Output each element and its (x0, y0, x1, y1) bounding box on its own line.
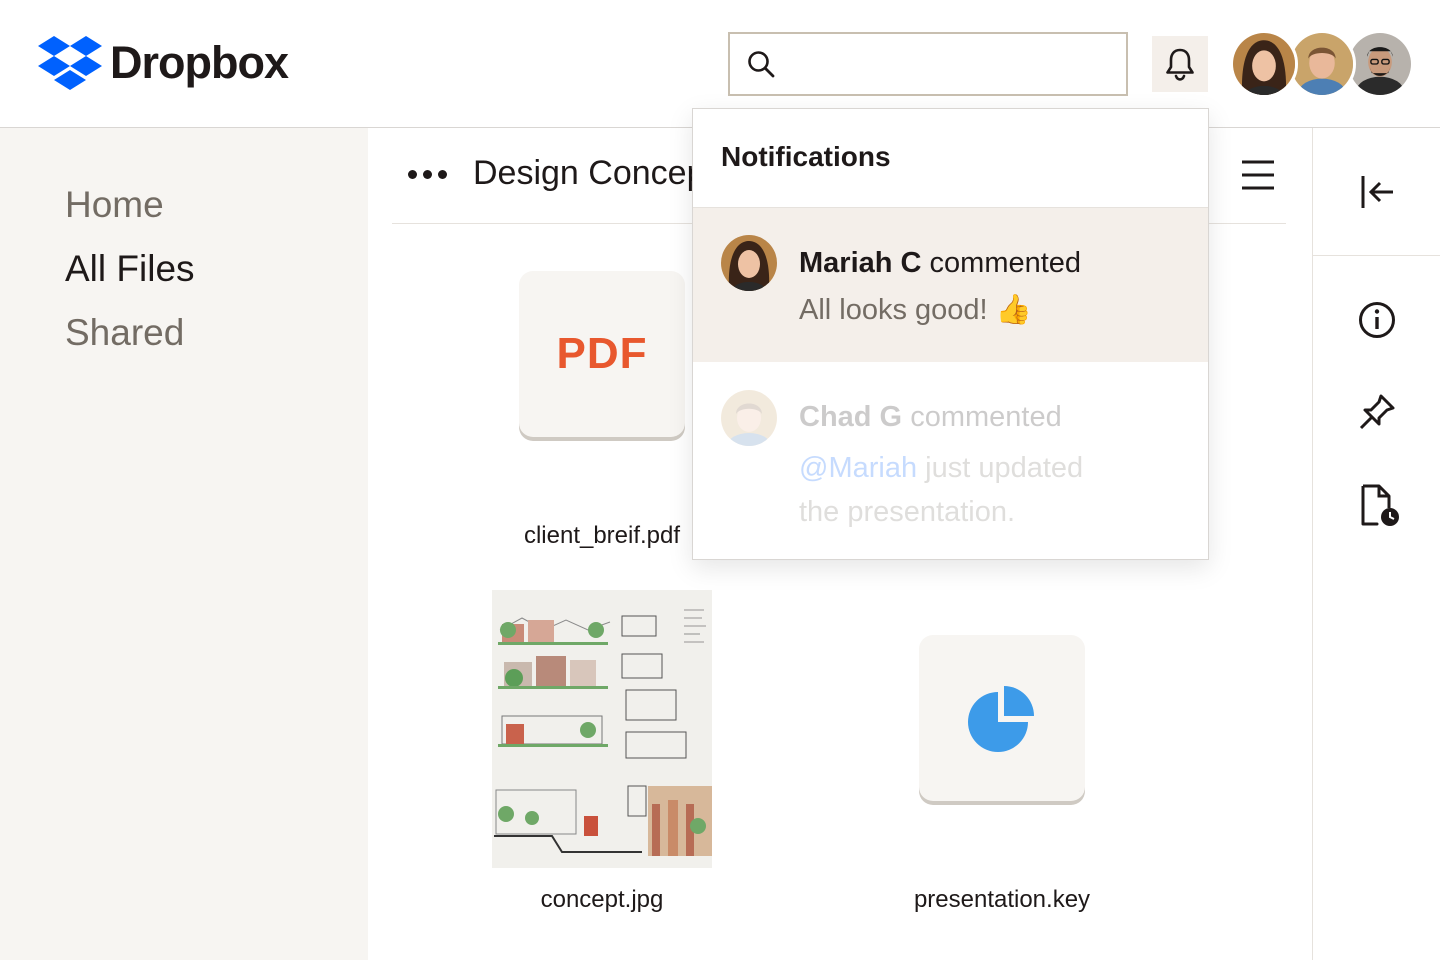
file-name-keynote[interactable]: presentation.key (882, 886, 1122, 914)
breadcrumb-current-folder[interactable]: Design Concep (473, 154, 705, 193)
notification-action: commented (910, 401, 1062, 433)
notifications-popover: Notifications Mariah C commented All loo… (692, 108, 1209, 560)
dropbox-logo-icon (38, 36, 102, 90)
notification-title: Mariah C commented (799, 247, 1081, 280)
notifications-title: Notifications (721, 141, 891, 172)
notification-author: Mariah C (799, 247, 922, 279)
sidebar: Home All Files Shared (0, 128, 368, 960)
sidebar-item-all-files[interactable]: All Files (65, 248, 195, 290)
search-box[interactable] (728, 32, 1128, 96)
mention-link[interactable]: @Mariah (799, 452, 917, 484)
dropbox-logo[interactable]: Dropbox (38, 36, 289, 90)
notification-message: @Mariah just updated the presentation. (799, 446, 1119, 534)
list-view-icon[interactable] (1240, 158, 1276, 192)
collapse-left-icon[interactable] (1357, 172, 1397, 212)
right-rail (1312, 128, 1440, 960)
avatar-chad[interactable] (1288, 30, 1356, 98)
brand-name: Dropbox (110, 37, 289, 88)
notifications-button[interactable] (1152, 36, 1208, 92)
info-icon[interactable] (1357, 300, 1397, 340)
file-thumbnail-keynote[interactable] (919, 635, 1085, 801)
file-name-image[interactable]: concept.jpg (502, 886, 702, 914)
file-name-pdf[interactable]: client_breif.pdf (502, 522, 702, 550)
file-thumbnail-pdf[interactable]: PDF (519, 271, 685, 437)
pin-icon[interactable] (1357, 392, 1397, 432)
notification-title: Chad G commented (799, 401, 1062, 434)
rail-header (1313, 128, 1440, 256)
bell-icon (1166, 48, 1194, 81)
notification-author: Chad G (799, 401, 903, 433)
search-input[interactable] (790, 44, 1110, 84)
file-thumbnail-image[interactable] (492, 590, 712, 868)
avatar (721, 235, 777, 291)
architecture-sketch-image (492, 590, 712, 868)
notification-action: commented (929, 247, 1082, 279)
more-options-button[interactable] (408, 170, 447, 179)
avatar-user-3[interactable] (1346, 30, 1414, 98)
notification-message: All looks good! 👍 (799, 294, 1032, 326)
sidebar-item-home[interactable]: Home (65, 184, 164, 226)
notification-item[interactable]: Mariah C commented All looks good! 👍 (693, 208, 1208, 362)
sidebar-item-shared[interactable]: Shared (65, 312, 184, 354)
notifications-header: Notifications (693, 109, 1208, 208)
avatar-mariah[interactable] (1230, 30, 1298, 98)
app-window: Dropbox Home All Files Shared Design Con… (0, 0, 1440, 960)
pdf-type-label: PDF (556, 329, 648, 378)
notification-item[interactable]: Chad G commented @Mariah just updated th… (693, 362, 1208, 559)
file-activity-icon[interactable] (1357, 484, 1401, 528)
search-icon (748, 51, 775, 78)
avatar (721, 390, 777, 446)
pie-chart-icon (968, 686, 1034, 752)
